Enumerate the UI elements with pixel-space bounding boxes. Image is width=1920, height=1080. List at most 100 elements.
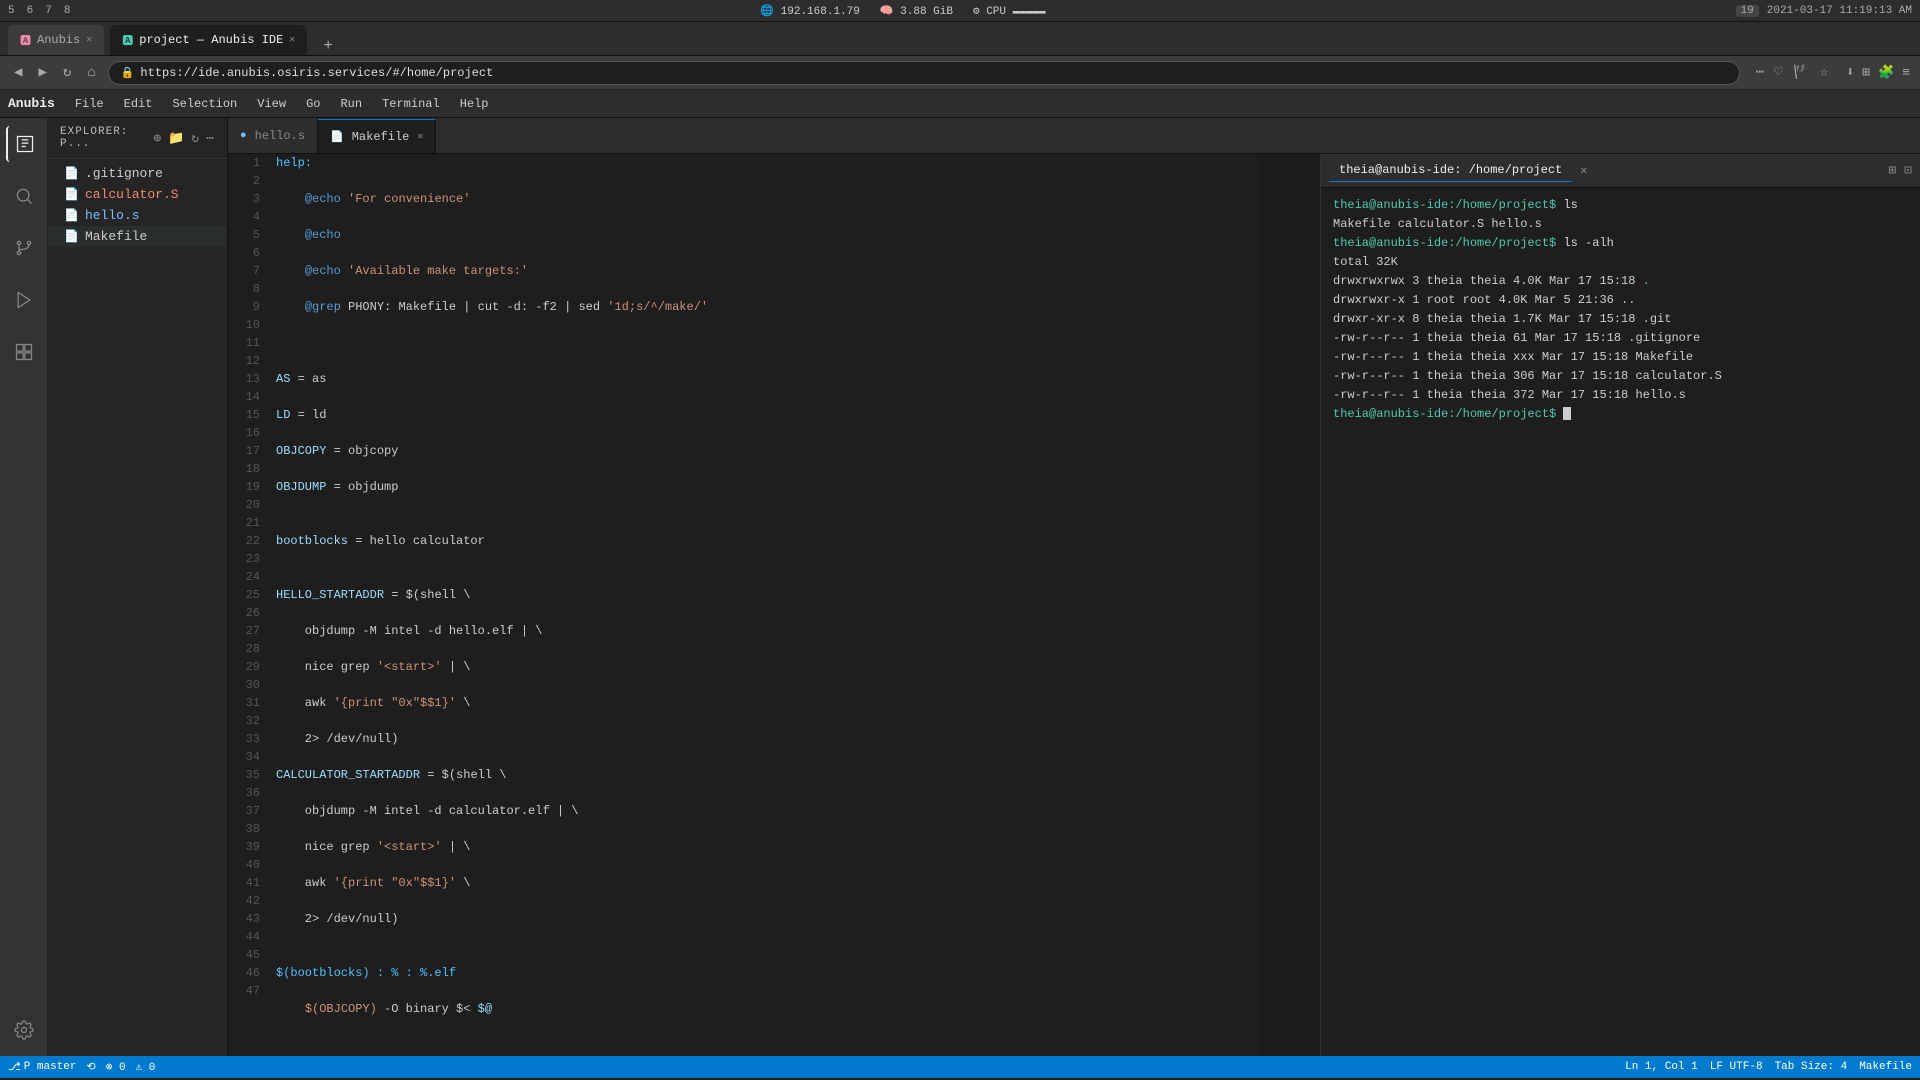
file-name-calculator: calculator.S	[85, 187, 179, 202]
terminal-close-icon[interactable]: ✕	[1580, 163, 1587, 178]
terminal-line-5: drwxrwxrwx 3 theia theia 4.0K Mar 17 15:…	[1333, 272, 1908, 291]
tab-hellos[interactable]: ● hello.s	[228, 119, 318, 153]
menu-edit[interactable]: Edit	[116, 93, 161, 115]
anubis-favicon: 🅰	[20, 32, 31, 48]
activity-extensions[interactable]	[6, 334, 42, 370]
menu-file[interactable]: File	[67, 93, 112, 115]
terminal-content[interactable]: theia@anubis-ide:/home/project$ ls Makef…	[1321, 188, 1920, 1056]
terminal-line-12: theia@anubis-ide:/home/project$	[1333, 405, 1908, 424]
grid-icon[interactable]: ⊞	[1862, 65, 1870, 80]
menu-go[interactable]: Go	[298, 93, 328, 115]
terminal-line-6: drwxrwxr-x 1 root root 4.0K Mar 5 21:36 …	[1333, 291, 1908, 310]
cpu-status: ⚙ CPU ▬▬▬▬▬	[973, 4, 1046, 18]
network-status: 🌐 192.168.1.79	[760, 4, 860, 18]
reload-button[interactable]: ↻	[59, 64, 75, 81]
tab-makefile-label: Makefile	[352, 130, 410, 144]
activity-settings[interactable]	[6, 1012, 42, 1048]
terminal-tab-label[interactable]: theia@anubis-ide: /home/project	[1329, 159, 1572, 182]
taskbar-num-3: 7	[45, 5, 52, 17]
star-icon[interactable]: ☆	[1820, 64, 1828, 81]
address-bar[interactable]: 🔒 https://ide.anubis.osiris.services/#/h…	[108, 61, 1740, 85]
tab-close-anubis[interactable]: ✕	[86, 34, 92, 46]
activity-search[interactable]	[6, 178, 42, 214]
project-favicon: 🅰	[122, 32, 133, 48]
nav-bar: ◀ ▶ ↻ ⌂ 🔒 https://ide.anubis.osiris.serv…	[0, 56, 1920, 90]
activity-explorer[interactable]	[6, 126, 42, 162]
flag-icon[interactable]: 🏴	[1792, 64, 1809, 81]
file-icon-makefile: 📄	[64, 229, 79, 244]
tab-makefile-close[interactable]: ✕	[417, 131, 423, 143]
home-button[interactable]: ⌂	[83, 65, 99, 81]
code-editor[interactable]: 12345 678910 1112131415 1617181920 21222…	[228, 154, 1320, 1056]
terminal-maximize-icon[interactable]: ⊡	[1904, 163, 1912, 178]
new-file-icon[interactable]: ⊕	[153, 131, 162, 146]
menu-terminal[interactable]: Terminal	[374, 93, 448, 115]
git-branch[interactable]: ⎇ P master	[8, 1060, 77, 1074]
status-right: Ln 1, Col 1 LF UTF-8 Tab Size: 4 Makefil…	[1625, 1061, 1912, 1073]
tab-makefile[interactable]: 📄 Makefile ✕	[318, 119, 436, 153]
errors-badge[interactable]: ⊗ 0	[106, 1060, 126, 1074]
forward-button[interactable]: ▶	[34, 64, 50, 81]
status-left: ⎇ P master ⟲ ⊗ 0 ⚠ 0	[8, 1060, 155, 1074]
line-col[interactable]: Ln 1, Col 1	[1625, 1061, 1698, 1073]
tab-close-project[interactable]: ✕	[289, 34, 295, 46]
terminal-split-icon[interactable]: ⊞	[1888, 163, 1896, 178]
bookmark-icon[interactable]: ♡	[1774, 64, 1782, 81]
terminal-line-8: -rw-r--r-- 1 theia theia 61 Mar 17 15:18…	[1333, 329, 1908, 348]
terminal-line-3: theia@anubis-ide:/home/project$ ls -alh	[1333, 234, 1908, 253]
file-icon-gitignore: 📄	[64, 166, 79, 181]
activity-debug[interactable]	[6, 282, 42, 318]
terminal-line-9: -rw-r--r-- 1 theia theia xxx Mar 17 15:1…	[1333, 348, 1908, 367]
new-folder-icon[interactable]: 📁	[168, 131, 185, 146]
terminal-line-7: drwxr-xr-x 8 theia theia 1.7K Mar 17 15:…	[1333, 310, 1908, 329]
ide-menubar: Anubis File Edit Selection View Go Run T…	[0, 90, 1920, 118]
taskbar-center: 🌐 192.168.1.79 🧠 3.88 GiB ⚙ CPU ▬▬▬▬▬	[760, 4, 1045, 18]
puzzle-icon[interactable]: 🧩	[1878, 65, 1894, 80]
file-item-makefile[interactable]: 📄 Makefile	[48, 226, 227, 247]
extensions-icon[interactable]: ⋯	[1756, 64, 1764, 81]
menu-selection[interactable]: Selection	[164, 93, 245, 115]
taskbar: 5 6 7 8 🌐 192.168.1.79 🧠 3.88 GiB ⚙ CPU …	[0, 0, 1920, 22]
collapse-icon[interactable]: ⋯	[206, 131, 215, 146]
sidebar: EXPLORER: P... ⊕ 📁 ↻ ⋯ 📄 .gitignore 📄 ca…	[48, 118, 228, 1056]
language-mode[interactable]: Makefile	[1859, 1061, 1912, 1073]
browser-tab-project[interactable]: 🅰 project — Anubis IDE ✕	[110, 25, 307, 55]
new-tab-button[interactable]: +	[313, 37, 343, 55]
terminal-line-1: theia@anubis-ide:/home/project$ ls	[1333, 196, 1908, 215]
browser-tab-anubis-label: Anubis	[37, 33, 80, 47]
menu-view[interactable]: View	[249, 93, 294, 115]
taskbar-num-4: 8	[64, 5, 71, 17]
menu-icon[interactable]: ≡	[1902, 65, 1910, 80]
status-bar: ⎇ P master ⟲ ⊗ 0 ⚠ 0 Ln 1, Col 1 LF UTF-…	[0, 1056, 1920, 1078]
download-icon[interactable]: ⬇	[1846, 65, 1854, 80]
menu-run[interactable]: Run	[332, 93, 370, 115]
taskbar-badge: 19	[1736, 5, 1759, 17]
terminal-icons: ⊞ ⊡	[1888, 163, 1912, 178]
file-icon-calculator: 📄	[64, 187, 79, 202]
warnings-badge[interactable]: ⚠ 0	[136, 1060, 156, 1074]
sync-button[interactable]: ⟲	[87, 1060, 96, 1074]
tab-size[interactable]: Tab Size: 4	[1775, 1061, 1848, 1073]
lock-icon: 🔒	[121, 66, 135, 80]
terminal-line-4: total 32K	[1333, 253, 1908, 272]
file-icon-hellos: 📄	[64, 208, 79, 223]
file-item-gitignore[interactable]: 📄 .gitignore	[48, 163, 227, 184]
browser-tab-project-label: project — Anubis IDE	[139, 33, 283, 47]
file-item-calculator[interactable]: 📄 calculator.S	[48, 184, 227, 205]
file-item-hellos[interactable]: 📄 hello.s	[48, 205, 227, 226]
terminal-tabs: theia@anubis-ide: /home/project ✕ ⊞ ⊡	[1321, 154, 1920, 188]
activity-git[interactable]	[6, 230, 42, 266]
tab-hellos-label: hello.s	[255, 129, 305, 143]
back-button[interactable]: ◀	[10, 64, 26, 81]
file-name-hellos: hello.s	[85, 208, 140, 223]
sidebar-title: EXPLORER: P...	[60, 126, 153, 150]
menu-help[interactable]: Help	[452, 93, 497, 115]
refresh-icon[interactable]: ↻	[191, 131, 200, 146]
taskbar-right: 19 2021-03-17 11:19:13 AM	[1736, 5, 1912, 17]
taskbar-num-2: 6	[27, 5, 34, 17]
encoding[interactable]: LF UTF-8	[1710, 1061, 1763, 1073]
tab-hellos-icon: ●	[240, 130, 247, 142]
terminal-panel: theia@anubis-ide: /home/project ✕ ⊞ ⊡ th…	[1320, 154, 1920, 1056]
editor-tabs: ● hello.s 📄 Makefile ✕	[228, 118, 1920, 154]
browser-tab-anubis[interactable]: 🅰 Anubis ✕	[8, 25, 104, 55]
